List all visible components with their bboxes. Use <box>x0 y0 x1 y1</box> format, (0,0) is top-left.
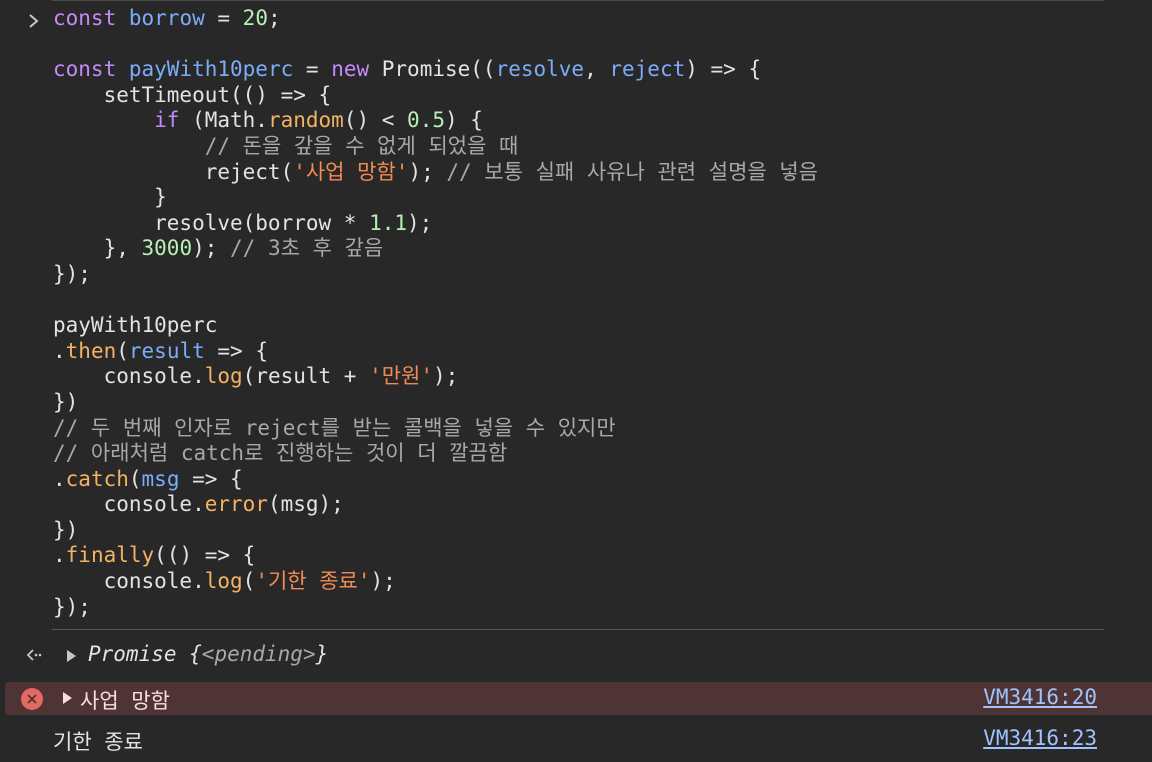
code-line: }) <box>53 517 79 542</box>
triangle-right-icon[interactable] <box>63 692 72 704</box>
console-return-value: Promise {<pending>} <box>0 640 1152 670</box>
log-text: 기한 종료 <box>53 730 143 754</box>
return-arrow-icon <box>26 649 42 661</box>
code-line: payWith10perc <box>53 313 218 338</box>
triangle-right-icon[interactable] <box>67 650 76 662</box>
code-line: // 두 번째 인자로 reject를 받는 콜백을 넣을 수 있지만 <box>53 415 616 440</box>
log-source-link[interactable]: VM3416:23 <box>983 726 1097 750</box>
code-line: } <box>53 185 167 210</box>
code-line: resolve(borrow * 1.1); <box>53 210 433 235</box>
error-source-link[interactable]: VM3416:20 <box>983 685 1097 709</box>
code-line: console.log(result + '만원'); <box>53 364 459 389</box>
code-line: .then(result => { <box>53 338 268 363</box>
chevron-right-icon <box>29 14 39 28</box>
code-line: if (Math.random() < 0.5) { <box>154 108 483 133</box>
code-line: reject('사업 망함'); // 보통 실패 사유나 관련 설명을 넣음 <box>53 159 818 184</box>
code-line: console.log('기한 종료'); <box>53 569 396 594</box>
error-circle-icon <box>21 688 43 710</box>
code-line: }); <box>53 261 91 286</box>
promise-object[interactable]: Promise {<pending>} <box>88 642 328 666</box>
code-line: const borrow = 20; <box>53 6 281 30</box>
code-line: }) <box>53 389 79 414</box>
code-line: setTimeout(() => { <box>53 82 332 107</box>
code-line: // 아래처럼 catch로 진행하는 것이 더 깔끔함 <box>53 441 508 466</box>
code-line: console.error(msg); <box>53 492 344 517</box>
console-input-code[interactable]: const borrow = 20;​const payWith10perc =… <box>53 6 818 620</box>
code-line: }, 3000); // 3초 후 갚음 <box>53 236 384 261</box>
console-error-message: 사업 망함 VM3416:20 <box>5 682 1152 715</box>
promise-state: <pending> <box>201 642 316 666</box>
top-divider <box>52 0 1104 1</box>
code-line: }); <box>53 594 91 619</box>
input-output-divider <box>52 629 1104 630</box>
code-line: const payWith10perc = new Promise((resol… <box>53 57 762 82</box>
promise-suffix: } <box>315 642 329 666</box>
code-line: // 돈을 갚을 수 없게 되었을 때 <box>204 133 519 158</box>
code-line: .finally(() => { <box>53 543 256 568</box>
console-log-message: 기한 종료 VM3416:23 <box>0 724 1152 756</box>
error-text: 사업 망함 <box>80 689 170 713</box>
code-line: .catch(msg => { <box>53 466 243 491</box>
code-line: ​ <box>53 32 818 58</box>
promise-prefix: Promise { <box>88 642 202 666</box>
code-line: ​ <box>53 288 818 314</box>
